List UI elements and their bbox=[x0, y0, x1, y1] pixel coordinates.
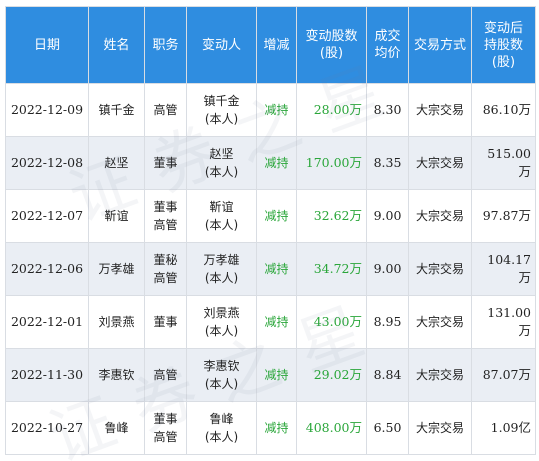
header-changer: 变动人 bbox=[186, 6, 257, 84]
cell-changer: 万孝雄 (本人) bbox=[186, 242, 257, 296]
cell-price: 8.84 bbox=[366, 348, 409, 402]
cell-name: 鲁峰 bbox=[88, 401, 145, 455]
cell-changer: 刘景燕 (本人) bbox=[186, 295, 257, 349]
cell-changer: 鲁峰 (本人) bbox=[186, 401, 257, 455]
cell-method: 大宗交易 bbox=[408, 136, 472, 190]
cell-name: 刘景燕 bbox=[88, 295, 145, 349]
header-price: 成交 均价 bbox=[366, 6, 409, 84]
cell-price: 9.00 bbox=[366, 189, 409, 243]
cell-price: 6.50 bbox=[366, 401, 409, 455]
header-change: 增减 bbox=[256, 6, 297, 84]
cell-date: 2022-10-27 bbox=[5, 401, 89, 455]
cell-changer: 镇千金 (本人) bbox=[186, 83, 257, 137]
cell-after: 104.17万 bbox=[471, 242, 536, 296]
cell-role: 董秘 高管 bbox=[144, 242, 187, 296]
cell-name: 靳谊 bbox=[88, 189, 145, 243]
cell-date: 2022-12-09 bbox=[5, 83, 89, 137]
cell-change: 减持 bbox=[256, 83, 297, 137]
holding-change-table: 日期 姓名 职务 变动人 增减 变动股数 (股) 成交 均价 交易方式 变动后 持股数… bbox=[5, 6, 536, 455]
cell-after: 1.09亿 bbox=[471, 401, 536, 455]
table-row: 2022-12-06 万孝雄 董秘 高管 万孝雄 (本人) 减持 34.72万 9.00 大宗交易… bbox=[5, 242, 536, 296]
cell-method: 大宗交易 bbox=[408, 242, 472, 296]
table-header-row: 日期 姓名 职务 变动人 增减 变动股数 (股) 成交 均价 交易方式 变动后 持股数… bbox=[5, 6, 536, 84]
cell-role: 高管 bbox=[144, 83, 187, 137]
cell-shares: 32.62万 bbox=[296, 189, 367, 243]
cell-change: 减持 bbox=[256, 136, 297, 190]
cell-shares: 170.00万 bbox=[296, 136, 367, 190]
cell-date: 2022-12-01 bbox=[5, 295, 89, 349]
cell-method: 大宗交易 bbox=[408, 83, 472, 137]
cell-name: 万孝雄 bbox=[88, 242, 145, 296]
cell-method: 大宗交易 bbox=[408, 348, 472, 402]
cell-method: 大宗交易 bbox=[408, 189, 472, 243]
cell-date: 2022-11-30 bbox=[5, 348, 89, 402]
cell-changer: 赵坚 (本人) bbox=[186, 136, 257, 190]
cell-after: 86.10万 bbox=[471, 83, 536, 137]
header-name: 姓名 bbox=[88, 6, 145, 84]
cell-after: 131.00万 bbox=[471, 295, 536, 349]
header-shares: 变动股数 (股) bbox=[296, 6, 367, 84]
table-row: 2022-12-09 镇千金 高管 镇千金 (本人) 减持 28.00万 8.30 大宗交易 86… bbox=[5, 83, 536, 137]
table-row: 2022-12-07 靳谊 董事 高管 靳谊 (本人) 减持 32.62万 9.00 大宗交易 97… bbox=[5, 189, 536, 243]
cell-shares: 43.00万 bbox=[296, 295, 367, 349]
cell-date: 2022-12-06 bbox=[5, 242, 89, 296]
cell-after: 515.00万 bbox=[471, 136, 536, 190]
table-row: 2022-12-01 刘景燕 董事 刘景燕 (本人) 减持 43.00万 8.95 大宗交易 13… bbox=[5, 295, 536, 349]
cell-change: 减持 bbox=[256, 401, 297, 455]
cell-date: 2022-12-07 bbox=[5, 189, 89, 243]
cell-shares: 408.00万 bbox=[296, 401, 367, 455]
cell-after: 87.07万 bbox=[471, 348, 536, 402]
header-after: 变动后 持股数 (股) bbox=[471, 6, 536, 84]
header-date: 日期 bbox=[5, 6, 89, 84]
header-method: 交易方式 bbox=[408, 6, 472, 84]
cell-change: 减持 bbox=[256, 348, 297, 402]
cell-price: 9.00 bbox=[366, 242, 409, 296]
cell-date: 2022-12-08 bbox=[5, 136, 89, 190]
cell-method: 大宗交易 bbox=[408, 295, 472, 349]
table-row: 2022-10-27 鲁峰 董事 高管 鲁峰 (本人) 减持 408.00万 6.50 大宗交易 1… bbox=[5, 401, 536, 455]
header-role: 职务 bbox=[144, 6, 187, 84]
cell-method: 大宗交易 bbox=[408, 401, 472, 455]
cell-role: 董事 高管 bbox=[144, 189, 187, 243]
cell-name: 赵坚 bbox=[88, 136, 145, 190]
cell-price: 8.30 bbox=[366, 83, 409, 137]
cell-role: 高管 bbox=[144, 348, 187, 402]
cell-change: 减持 bbox=[256, 295, 297, 349]
cell-change: 减持 bbox=[256, 189, 297, 243]
cell-role: 董事 高管 bbox=[144, 401, 187, 455]
cell-price: 8.95 bbox=[366, 295, 409, 349]
cell-price: 8.35 bbox=[366, 136, 409, 190]
cell-after: 97.87万 bbox=[471, 189, 536, 243]
cell-shares: 28.00万 bbox=[296, 83, 367, 137]
table-body: 2022-12-09 镇千金 高管 镇千金 (本人) 减持 28.00万 8.30 大宗交易 86… bbox=[5, 83, 536, 455]
cell-name: 李惠钦 bbox=[88, 348, 145, 402]
cell-role: 董事 bbox=[144, 295, 187, 349]
cell-changer: 李惠钦 (本人) bbox=[186, 348, 257, 402]
cell-changer: 靳谊 (本人) bbox=[186, 189, 257, 243]
table-row: 2022-12-08 赵坚 董事 赵坚 (本人) 减持 170.00万 8.35 大宗交易 515… bbox=[5, 136, 536, 190]
cell-change: 减持 bbox=[256, 242, 297, 296]
cell-name: 镇千金 bbox=[88, 83, 145, 137]
table-row: 2022-11-30 李惠钦 高管 李惠钦 (本人) 减持 29.02万 8.84 大宗交易 87… bbox=[5, 348, 536, 402]
cell-shares: 34.72万 bbox=[296, 242, 367, 296]
cell-shares: 29.02万 bbox=[296, 348, 367, 402]
cell-role: 董事 bbox=[144, 136, 187, 190]
